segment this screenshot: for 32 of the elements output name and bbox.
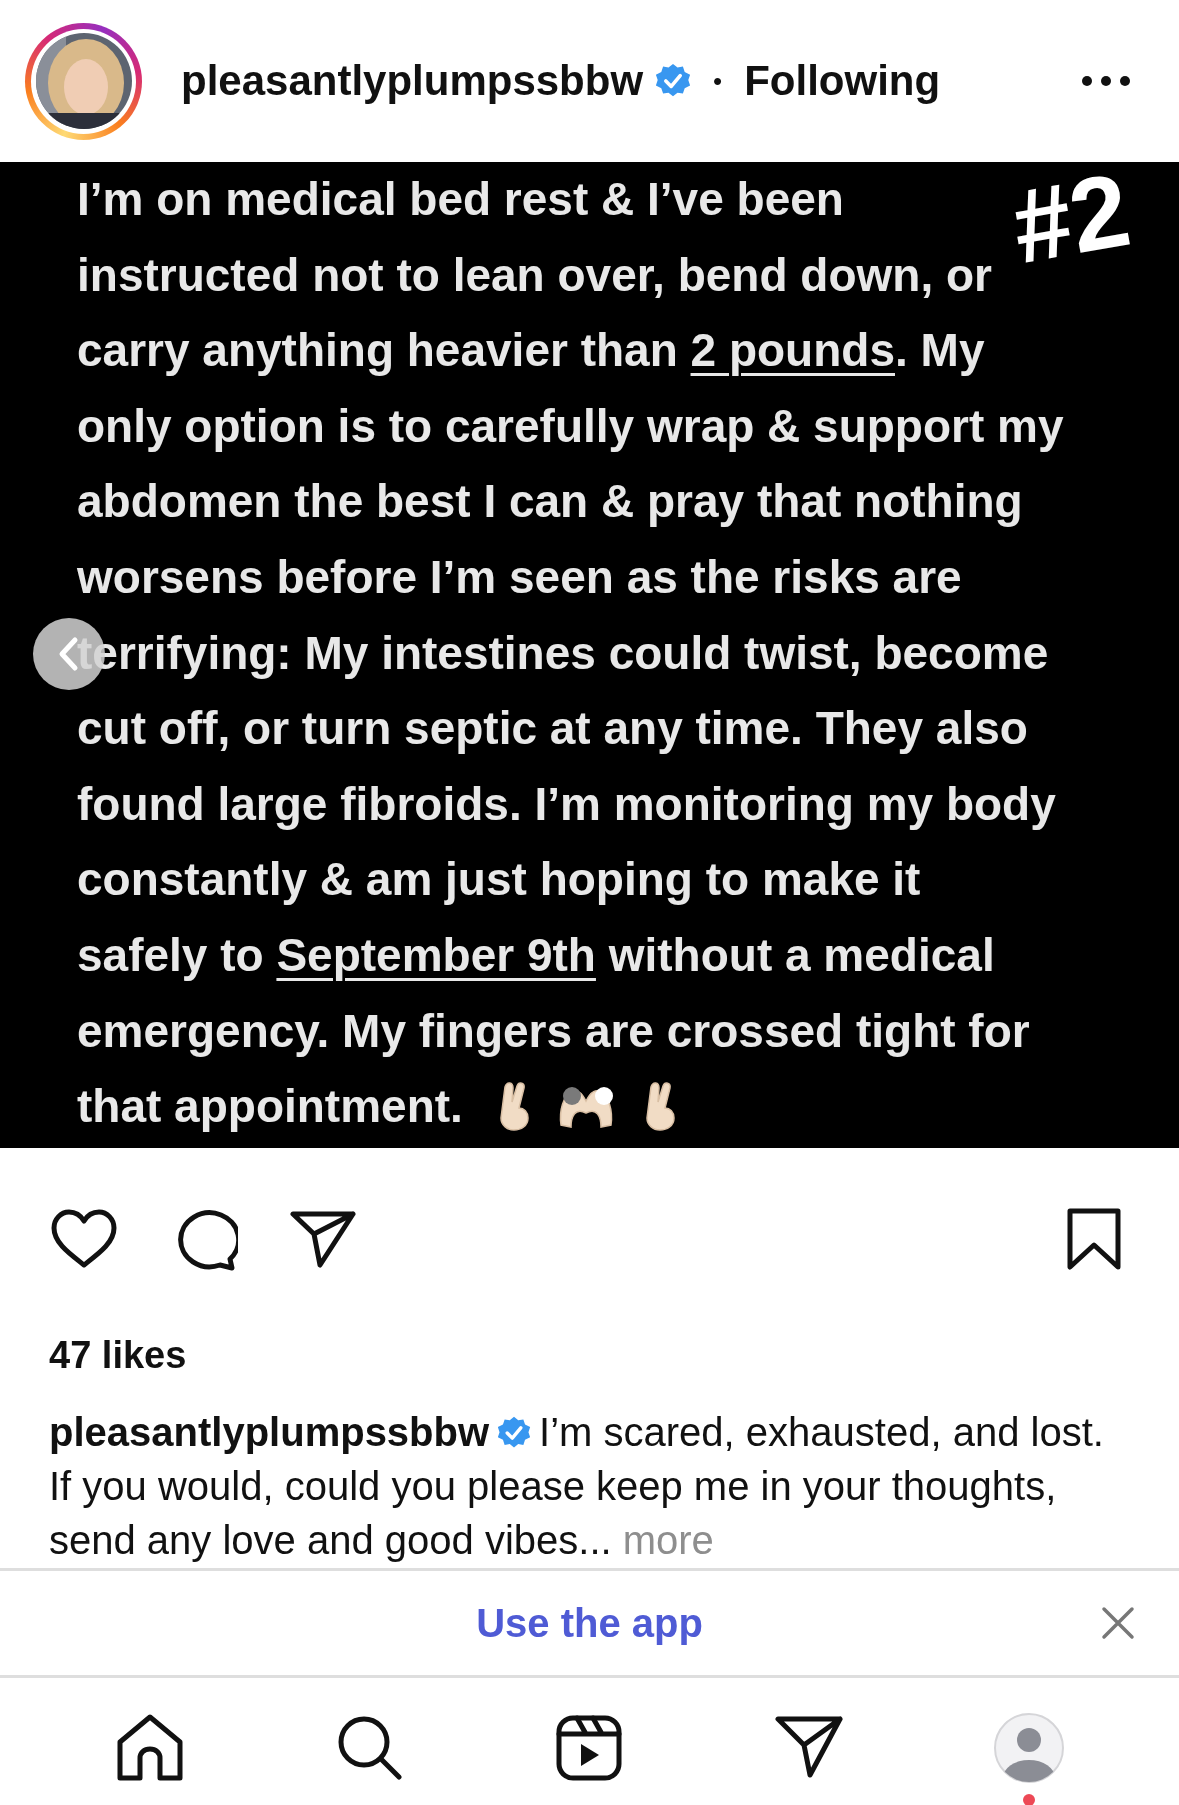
slide-text-line: emergency. My fingers are crossed tight for: [77, 1003, 1030, 1059]
send-icon[interactable]: [290, 1210, 356, 1268]
username-link[interactable]: pleasantlyplumpssbbw: [181, 57, 644, 105]
carousel-dot[interactable]: [563, 1087, 581, 1105]
slide-text-line: I’m on medical bed rest & I’ve been: [77, 172, 844, 227]
play-icon[interactable]: [555, 1713, 624, 1782]
slide-text-line: cut off, or turn septic at any time. They also: [77, 701, 1028, 757]
username-link[interactable]: pleasantlyplumpssbbw: [49, 1410, 490, 1454]
caption-text: pleasantlyplumpssbbw I’m scared, exhausted, and lost. If you would, could you please keep me in your thoughts, send any love and good vibes... more: [49, 1409, 1105, 1564]
use-app-link[interactable]: Use the app: [476, 1600, 703, 1646]
carousel-dot[interactable]: [595, 1087, 613, 1105]
bookmark-icon[interactable]: [1066, 1208, 1122, 1270]
slide-text-line: worsens before I’m seen as the risks are: [77, 549, 962, 605]
slide-text-line: constantly & am just hoping to make it: [77, 852, 921, 908]
slide-text-line: safely to September 9th without a medical: [77, 927, 995, 983]
separator-dot: •: [713, 65, 723, 97]
slide-text-line: that appointment.: [77, 1079, 463, 1135]
slide-text-line: instructed not to lean over, bend down, or: [77, 247, 992, 303]
close-icon: [1101, 1606, 1135, 1640]
send-icon[interactable]: [775, 1714, 844, 1781]
more-options-icon[interactable]: [1081, 75, 1131, 87]
slide-text-line: only option is to carefully wrap & support my: [77, 398, 1064, 454]
following-button[interactable]: Following: [744, 57, 941, 105]
heart-icon[interactable]: [50, 1209, 118, 1269]
slide-text-line: carry anything heavier than 2 pounds. My: [77, 323, 985, 379]
slide-number: #2: [1005, 162, 1138, 280]
home-icon[interactable]: [115, 1713, 184, 1782]
close-button[interactable]: [1101, 1606, 1135, 1640]
avatar-icon[interactable]: [993, 1711, 1066, 1784]
likes-count[interactable]: 47 likes: [49, 1334, 187, 1377]
slide-text-line: abdomen the best I can & pray that nothing: [77, 474, 1023, 530]
slide-text-line: found large fibroids. I’m monitoring my body: [77, 776, 1056, 832]
